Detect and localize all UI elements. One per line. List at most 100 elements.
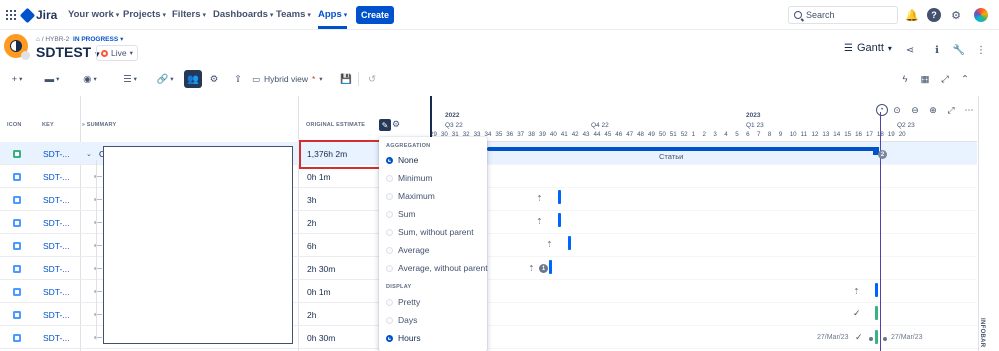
- original-estimate[interactable]: 0h 1m: [307, 287, 331, 297]
- user-avatar[interactable]: [974, 8, 988, 22]
- more-icon[interactable]: ⋮: [974, 43, 988, 57]
- milestone-dot[interactable]: [869, 337, 873, 341]
- dropdown-option[interactable]: None: [386, 155, 418, 165]
- export-button[interactable]: ⇪: [230, 70, 246, 88]
- upload-icon[interactable]: ⇡: [853, 287, 860, 296]
- info-icon[interactable]: ℹ: [930, 43, 944, 57]
- save-button[interactable]: 💾: [338, 70, 354, 88]
- issue-key[interactable]: SDT-...: [43, 333, 69, 343]
- target-icon[interactable]: ⊙: [891, 104, 903, 116]
- chevron-down-icon[interactable]: ⌄: [86, 150, 92, 158]
- original-estimate[interactable]: 0h 30m: [307, 333, 335, 343]
- wand-icon[interactable]: ✎: [379, 119, 391, 131]
- issue-key[interactable]: SDT-...: [43, 218, 69, 228]
- radio-button[interactable]: [386, 334, 393, 342]
- project-avatar[interactable]: [4, 34, 30, 60]
- visibility-button[interactable]: ◉ ▾: [78, 70, 102, 88]
- task-bar[interactable]: [549, 260, 552, 274]
- page-title[interactable]: SDTEST ▾: [36, 44, 100, 60]
- search-input[interactable]: Search: [788, 6, 898, 24]
- radio-button[interactable]: [386, 192, 393, 200]
- radio-button[interactable]: [386, 298, 393, 306]
- calendar-button[interactable]: ▦: [918, 70, 932, 88]
- task-bar[interactable]: [558, 213, 561, 227]
- star-icon[interactable]: [21, 51, 30, 60]
- task-bar[interactable]: [875, 330, 878, 344]
- help-icon[interactable]: ?: [927, 8, 941, 22]
- wrench-icon[interactable]: 🔧: [952, 43, 966, 57]
- folder-button[interactable]: ▬ ▾: [40, 70, 64, 88]
- gantt-row[interactable]: [432, 280, 977, 303]
- radio-button[interactable]: [386, 316, 393, 324]
- column-header-summary[interactable]: » SUMMARY: [82, 122, 116, 128]
- issue-key[interactable]: SDT-...: [43, 287, 69, 297]
- task-bar[interactable]: [875, 283, 878, 297]
- issue-key[interactable]: SDT-...: [43, 241, 69, 251]
- original-estimate[interactable]: 6h: [307, 241, 316, 251]
- dropdown-option[interactable]: Average: [386, 245, 430, 255]
- issue-key[interactable]: SDT-...: [43, 149, 69, 159]
- task-bar[interactable]: [568, 236, 571, 250]
- nav-teams[interactable]: Teams ▾: [276, 9, 311, 20]
- summary-bar[interactable]: [487, 147, 878, 151]
- upload-icon[interactable]: ⇡: [528, 264, 535, 273]
- gear-icon[interactable]: ⚙: [392, 119, 400, 130]
- fullscreen-button[interactable]: ⤢: [938, 70, 952, 88]
- upload-icon[interactable]: ⇡: [546, 240, 553, 249]
- nav-filters[interactable]: Filters ▾: [172, 9, 206, 20]
- infobar-label[interactable]: INFOBAR: [979, 318, 985, 347]
- link-button[interactable]: 🔗 ▾: [154, 70, 176, 88]
- task-bar[interactable]: [558, 190, 561, 204]
- column-header-icon[interactable]: ICON: [7, 122, 22, 128]
- column-header-key[interactable]: KEY: [42, 122, 54, 128]
- dropdown-option[interactable]: Maximum: [386, 191, 435, 201]
- app-switcher-icon[interactable]: [6, 10, 16, 20]
- fit-icon[interactable]: ⤢: [945, 104, 957, 116]
- original-estimate[interactable]: 0h 1m: [307, 172, 331, 182]
- live-selector[interactable]: Live ▾: [96, 45, 138, 61]
- settings-button[interactable]: ⚙: [206, 70, 222, 88]
- zoom-in-icon[interactable]: ⊕: [927, 104, 939, 116]
- view-selector[interactable]: ▭ Hybrid view * ▾: [252, 70, 323, 88]
- list-button[interactable]: ☰ ▾: [118, 70, 142, 88]
- nav-projects[interactable]: Projects ▾: [123, 9, 166, 20]
- issue-key[interactable]: SDT-...: [43, 195, 69, 205]
- zoom-out-icon[interactable]: ⊖: [909, 104, 921, 116]
- task-bar[interactable]: [875, 306, 878, 320]
- jira-logo[interactable]: Jira: [19, 7, 57, 23]
- dropdown-option[interactable]: Pretty: [386, 297, 420, 307]
- add-button[interactable]: + ▾: [5, 70, 29, 88]
- people-button[interactable]: 👥: [184, 70, 202, 88]
- dropdown-option[interactable]: Sum: [386, 209, 415, 219]
- home-icon[interactable]: ⌂: [36, 36, 40, 43]
- nav-apps[interactable]: Apps ▾: [318, 9, 348, 29]
- gantt-row[interactable]: [432, 211, 977, 234]
- radio-button[interactable]: [386, 174, 393, 182]
- share-icon[interactable]: ⋖: [903, 43, 917, 57]
- radio-button[interactable]: [386, 228, 393, 236]
- nav-dashboards[interactable]: Dashboards ▾: [213, 9, 273, 20]
- original-estimate[interactable]: 2h 30m: [307, 264, 335, 274]
- view-mode-selector[interactable]: ☰ Gantt ▾: [844, 42, 892, 54]
- create-button[interactable]: Create: [356, 6, 394, 24]
- settings-icon[interactable]: ⚙: [949, 8, 963, 22]
- gantt-row[interactable]: [432, 234, 977, 257]
- lightning-button[interactable]: ϟ: [898, 70, 912, 88]
- undo-button[interactable]: ↺: [364, 70, 380, 88]
- dropdown-option[interactable]: Minimum: [386, 173, 432, 183]
- more-icon[interactable]: ⋯: [963, 104, 975, 116]
- dropdown-option[interactable]: Sum, without parent: [386, 227, 474, 237]
- gantt-row[interactable]: [432, 142, 977, 165]
- radio-button[interactable]: [386, 156, 393, 164]
- notifications-icon[interactable]: 🔔: [905, 8, 919, 22]
- dropdown-option[interactable]: Hours: [386, 333, 421, 343]
- column-header-estimate[interactable]: ORIGINAL ESTIMATE: [306, 122, 365, 128]
- status-badge[interactable]: IN PROGRESS: [73, 36, 118, 43]
- today-marker-icon[interactable]: •: [876, 104, 888, 116]
- dropdown-option[interactable]: Days: [386, 315, 417, 325]
- milestone-dot[interactable]: [883, 337, 887, 341]
- gantt-row[interactable]: [432, 303, 977, 326]
- issue-key[interactable]: SDT-...: [43, 172, 69, 182]
- original-estimate[interactable]: 2h: [307, 218, 316, 228]
- original-estimate[interactable]: 3h: [307, 195, 316, 205]
